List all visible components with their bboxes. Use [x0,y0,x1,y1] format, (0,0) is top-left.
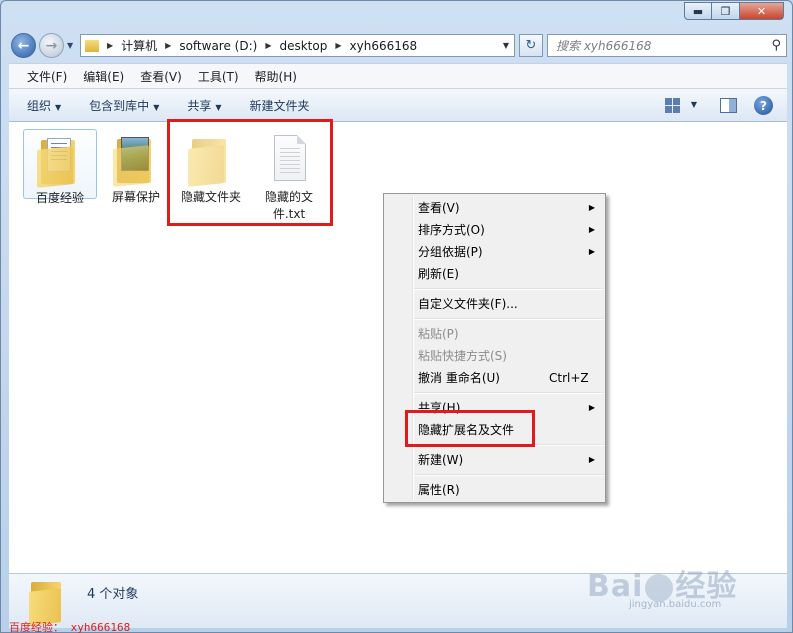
context-menu: 查看(V) ▶ 排序方式(O) ▶ 分组依据(P) ▶ 刷新(E) 自定义文件夹(F)… [383,193,606,503]
context-menu-paste-shortcut: 粘贴快捷方式(S) [418,349,507,363]
chevron-right-icon[interactable]: ▶ [165,41,171,50]
menu-bar: 文件(F) 编辑(E) 查看(V) 工具(T) 帮助(H) [9,63,787,88]
share-label: 共享 [187,98,212,113]
organize-button[interactable]: 组织 ▼ [27,97,61,114]
share-button[interactable]: 共享 ▼ [187,97,221,114]
caption-controls: ▬ ❐ ✕ [684,2,784,20]
chevron-down-icon: ▼ [215,102,222,112]
file-item-folder[interactable]: 屏幕保护 [99,129,173,206]
file-name: 屏幕保护 [111,190,160,204]
menu-tools[interactable]: 工具(T) [198,68,239,85]
minimize-button[interactable]: ▬ [684,2,712,20]
chevron-right-icon[interactable]: ▶ [107,41,113,50]
breadcrumb-current-folder[interactable]: xyh666168 [350,39,418,53]
preview-pane-icon[interactable] [720,98,737,113]
maximize-button[interactable]: ❐ [712,2,740,20]
folder-icon [85,39,99,52]
context-menu-new[interactable]: 新建(W) ▶ [384,449,605,471]
search-placeholder: 搜索 xyh666168 [556,39,652,53]
file-item-hidden-folder[interactable]: 隐藏文件夹 [174,129,248,206]
menu-separator [384,285,605,293]
search-icon[interactable]: ⚲ [771,38,781,53]
back-button[interactable]: ← [11,33,36,58]
file-name: 百度经验 [35,191,84,205]
context-menu-customize-folder[interactable]: 自定义文件夹(F)... [384,293,605,315]
help-icon[interactable]: ? [754,96,773,115]
context-menu-share-with[interactable]: 共享(H) ▶ [384,397,605,419]
submenu-arrow-icon: ▶ [588,247,595,256]
breadcrumb-computer[interactable]: 计算机 [121,37,157,54]
folder-document-icon [35,136,85,188]
menu-label: 排序方式(O) [418,223,485,237]
context-menu-refresh[interactable]: 刷新(E) [384,263,605,285]
submenu-arrow-icon: ▶ [588,203,595,212]
chevron-down-icon: ▼ [55,102,62,112]
menu-label: 查看(V) [418,201,460,215]
folder-icon [186,135,236,187]
menu-label: 分组依据(P) [418,245,483,259]
menu-separator [384,471,605,479]
menu-help[interactable]: 帮助(H) [255,68,297,85]
context-menu-view[interactable]: 查看(V) ▶ [384,197,605,219]
menu-separator [384,389,605,397]
command-bar: 组织 ▼ 包含到库中 ▼ 共享 ▼ 新建文件夹 ▼ ? [9,88,787,122]
submenu-arrow-icon: ▶ [588,225,595,234]
folder-icon [29,580,65,626]
menu-label: 共享(H) [418,401,461,415]
change-view-icon[interactable] [665,98,681,113]
file-item-hidden-text-file[interactable]: 隐藏的文 件.txt [252,129,326,223]
menu-edit[interactable]: 编辑(E) [83,68,124,85]
breadcrumb-drive[interactable]: software (D:) [179,39,257,53]
menu-shortcut: Ctrl+Z [549,371,589,385]
new-folder-button[interactable]: 新建文件夹 [250,97,310,114]
menu-separator [384,441,605,449]
paw-icon [645,573,674,602]
context-menu-undo-rename[interactable]: 撤消 重命名(U) Ctrl+Z [384,367,605,389]
file-name-line-2: 件.txt [272,207,306,221]
chevron-down-icon[interactable]: ▼ [691,100,697,109]
submenu-arrow-icon: ▶ [588,403,595,412]
include-in-library-button[interactable]: 包含到库中 ▼ [89,97,159,114]
file-name-line-1: 隐藏的文 [264,190,313,204]
chevron-down-icon: ▼ [153,102,160,112]
chevron-right-icon[interactable]: ▶ [265,41,271,50]
menu-view[interactable]: 查看(V) [140,68,182,85]
baidu-watermark-url: jingyan.baidu.com [629,599,722,610]
watermark-caption: 百度经验： xyh666168 [9,621,131,633]
address-bar[interactable]: ▶ 计算机 ▶ software (D:) ▶ desktop ▶ xyh666… [80,34,515,57]
object-count: 4 个对象 [87,587,139,602]
breadcrumb-desktop[interactable]: desktop [279,39,327,53]
include-in-library-label: 包含到库中 [89,98,150,113]
folder-picture-icon [111,135,161,187]
context-menu-sort-by[interactable]: 排序方式(O) ▶ [384,219,605,241]
file-name: 隐藏文件夹 [180,190,241,204]
search-input[interactable]: 搜索 xyh666168 ⚲ [547,34,787,57]
recent-pages-dropdown-icon[interactable]: ▼ [67,41,73,50]
organize-label: 组织 [27,98,52,113]
refresh-button[interactable]: ↻ [519,34,543,57]
forward-button[interactable]: → [39,33,64,58]
context-menu-hide-extensions-and-files[interactable]: 隐藏扩展名及文件 [384,419,605,441]
text-file-icon [264,135,314,185]
address-history-dropdown-icon[interactable]: ▼ [503,41,509,50]
menu-label: 撤消 重命名(U) [418,371,500,385]
navigation-row: ← → ▼ ▶ 计算机 ▶ software (D:) ▶ desktop ▶ … [9,32,787,60]
menu-label: 新建(W) [418,453,464,467]
file-item-folder[interactable]: 百度经验 [23,129,97,205]
submenu-arrow-icon: ▶ [588,455,595,464]
menu-file[interactable]: 文件(F) [27,68,67,85]
chevron-right-icon[interactable]: ▶ [335,41,341,50]
menu-separator [384,315,605,323]
context-menu-properties[interactable]: 属性(R) [384,479,605,501]
context-menu-paste: 粘贴(P) [418,327,459,341]
context-menu-group-by[interactable]: 分组依据(P) ▶ [384,241,605,263]
close-button[interactable]: ✕ [740,2,784,20]
